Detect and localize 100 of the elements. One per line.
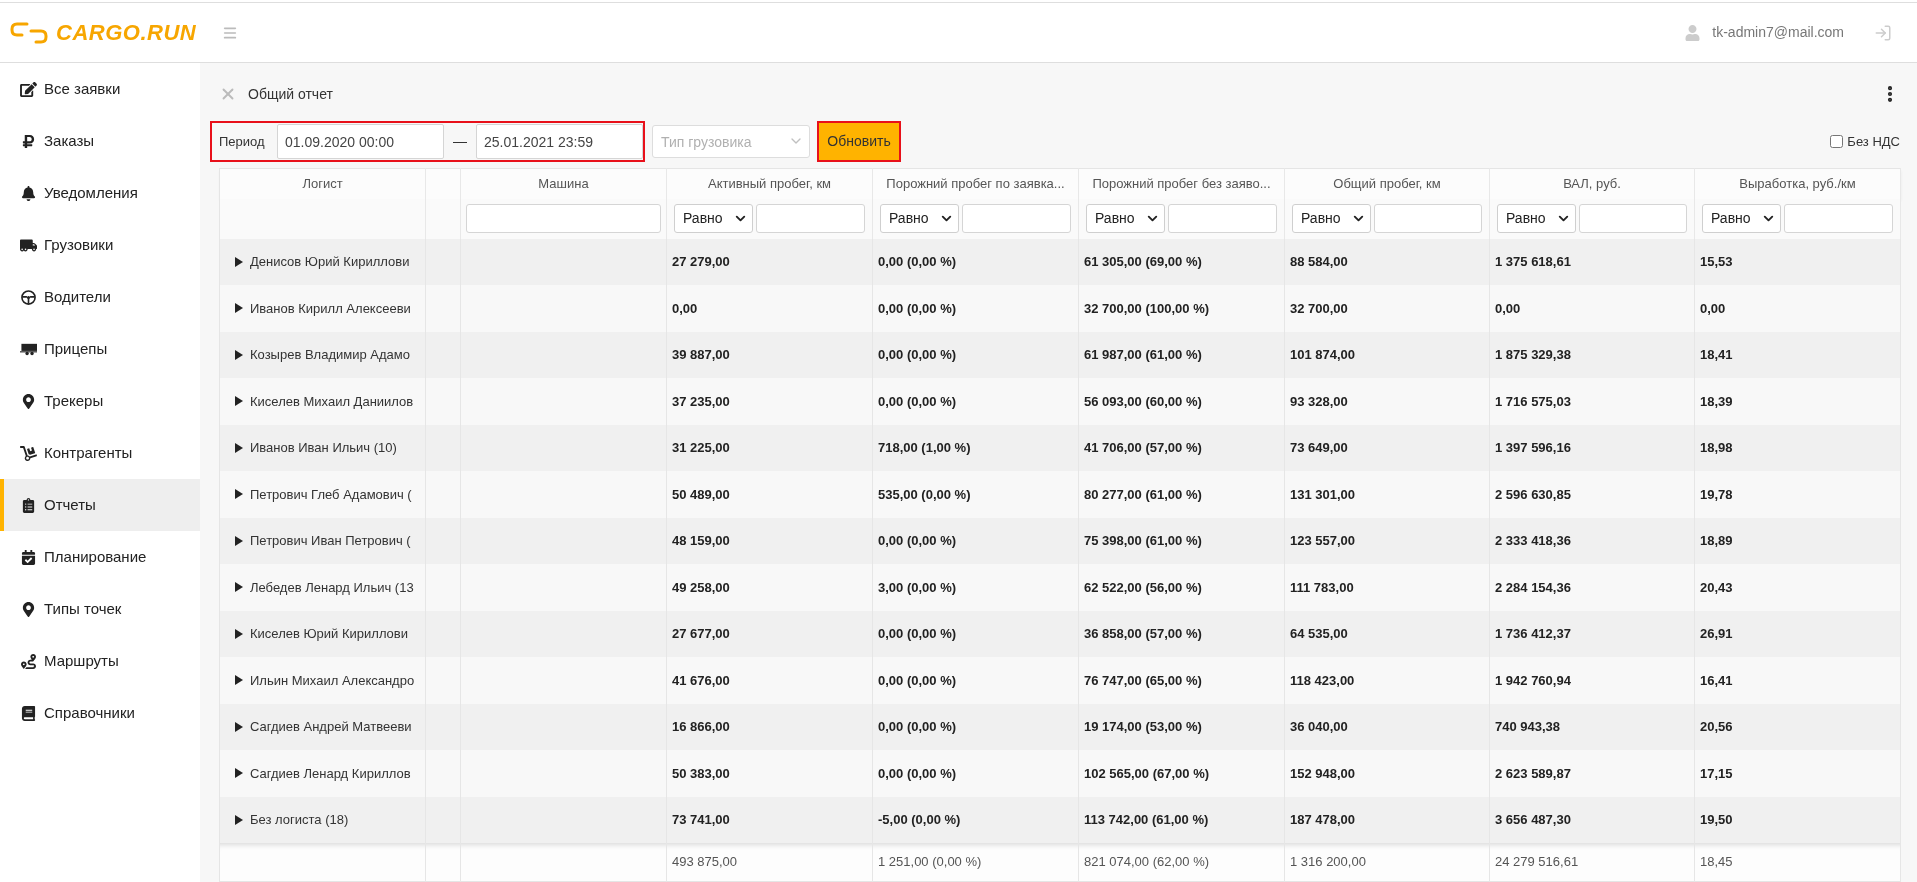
table-row[interactable]: Без логиста (18) 73 741,00 -5,00 (0,00 %) 113 742,00 (61,00 %) 187 478,00 3 656 487,30 19,50 [219,796,1901,843]
table-row[interactable]: Иванов Иван Ильич (10) 31 225,00 718,00 (1,00 %) 41 706,00 (57,00 %) 73 649,00 1 397 596,16 18,98 [219,424,1901,471]
table-cell: 17,15 [1694,750,1901,797]
expand-triangle-icon[interactable] [235,721,243,732]
refresh-button[interactable]: Обновить [817,121,901,162]
table-cell: 0,00 (0,00 %) [872,750,1079,797]
table-cell: 131 301,00 [1284,471,1490,518]
logist-name: Петрович Иван Петрович ( [250,532,411,550]
total-cell: 24 279 516,61 [1489,843,1695,881]
logist-name: Киселев Юрий Кириллови [250,625,408,643]
table-cell: 80 277,00 (61,00 %) [1078,471,1285,518]
date-to-input[interactable]: 25.01.2021 23:59 [476,124,643,159]
table-row[interactable]: Ильин Михаил Александро 41 676,00 0,00 (0,00 %) 76 747,00 (65,00 %) 118 423,00 1 942 760,94 16,41 [219,657,1901,704]
expand-triangle-icon[interactable] [235,256,243,267]
logist-name: Петрович Глеб Адамович ( [250,485,412,504]
expand-triangle-icon[interactable] [235,303,243,314]
table-row[interactable]: Киселев Михаил Даниилов 37 235,00 0,00 (0,00 %) 56 093,00 (60,00 %) 93 328,00 1 716 575,03 18,39 [219,378,1901,425]
total-cell: 493 875,00 [666,843,873,881]
table-cell: 1 942 760,94 [1489,657,1695,704]
table-row[interactable]: Лебедев Ленард Ильич (13 49 258,00 3,00 (0,00 %) 62 522,00 (56,00 %) 111 783,00 2 284 154,36 20,43 [219,564,1901,611]
table-row[interactable]: Козырев Владимир Адамо 39 887,00 0,00 (0,00 %) 61 987,00 (61,00 %) 101 874,00 1 875 329,38 18,41 [219,331,1901,378]
table-cell: 0,00 [1694,285,1901,332]
table-cell: 93 328,00 [1284,378,1490,425]
logist-name: Денисов Юрий Кириллови [250,253,410,271]
table-cell: 2 596 630,85 [1489,471,1695,518]
steering-wheel-icon [20,289,37,305]
expand-triangle-icon[interactable] [235,814,243,825]
column-header[interactable]: Порожний пробег по заявка... [872,168,1079,199]
table-cell: 111 783,00 [1284,564,1490,611]
table-row[interactable]: Петрович Иван Петрович ( 48 159,00 0,00 (0,00 %) 75 398,00 (61,00 %) 123 557,00 2 333 418,36 18,89 [219,517,1901,564]
user-icon [1685,24,1701,41]
table-cell: 3,00 (0,00 %) [872,564,1079,611]
map-pin-icon [20,393,37,409]
column-header[interactable]: Машина [460,168,667,199]
expand-triangle-icon[interactable] [235,582,243,593]
logist-name: Киселев Михаил Даниилов [250,392,414,411]
route-icon [20,653,37,669]
user-email[interactable]: tk-admin7@mail.com [1712,22,1844,43]
column-header[interactable]: Выработка, руб./км [1694,168,1901,199]
total-cell: 821 074,00 (62,00 %) [1078,843,1285,881]
expand-triangle-icon[interactable] [235,396,243,407]
table-cell: 50 489,00 [666,471,873,518]
filter-input[interactable] [962,204,1071,233]
filter-input[interactable] [1168,204,1277,233]
logist-name: Иванов Иван Ильич (10) [250,439,397,457]
expand-triangle-icon[interactable] [235,768,243,779]
expand-triangle-icon[interactable] [235,535,243,546]
operator-select[interactable]: Равно [1702,204,1781,233]
table-cell: 152 948,00 [1284,750,1490,797]
expand-triangle-icon[interactable] [235,489,243,500]
column-header[interactable]: Активный пробег, км [666,168,873,199]
expand-triangle-icon[interactable] [235,628,243,639]
table-cell: 535,00 (0,00 %) [872,471,1079,518]
expand-triangle-icon[interactable] [235,349,243,360]
table-row[interactable]: Денисов Юрий Кириллови 27 279,00 0,00 (0,00 %) 61 305,00 (69,00 %) 88 584,00 1 375 618,61 15,53 [219,238,1901,285]
table-row[interactable]: Сагдиев Ленард Кириллов 50 383,00 0,00 (0,00 %) 102 565,00 (67,00 %) 152 948,00 2 623 589,87 17,15 [219,750,1901,797]
table-cell: 49 258,00 [666,564,873,611]
operator-select[interactable]: Равно [1497,204,1576,233]
operator-select[interactable]: Равно [880,204,959,233]
expand-triangle-icon[interactable] [235,442,243,453]
logist-name: Сагдиев Ленард Кириллов [250,764,411,783]
table-cell: 0,00 (0,00 %) [872,378,1079,425]
table-cell: 62 522,00 (56,00 %) [1078,564,1285,611]
operator-select[interactable]: Равно [1292,204,1371,233]
filter-input[interactable] [1579,204,1687,233]
expand-triangle-icon[interactable] [235,675,243,686]
table-row[interactable]: Иванов Кирилл Алексееви 0,00 0,00 (0,00 %) 32 700,00 (100,00 %) 32 700,00 0,00 0,00 [219,285,1901,332]
filter-input[interactable] [1784,204,1893,233]
sidebar-item[interactable]: Отчеты [0,479,200,531]
total-cell: 1 316 200,00 [1284,843,1490,881]
operator-select[interactable]: Равно [1086,204,1165,233]
table-cell: 0,00 [1489,285,1695,332]
table-cell: 18,39 [1694,378,1901,425]
table-row[interactable]: Киселев Юрий Кириллови 27 677,00 0,00 (0,00 %) 36 858,00 (57,00 %) 64 535,00 1 736 412,37 26,91 [219,610,1901,657]
table-cell: 102 565,00 (67,00 %) [1078,750,1285,797]
truck-type-select[interactable]: Тип грузовика [652,125,810,158]
filter-input[interactable] [756,204,865,233]
column-header[interactable]: Порожний пробег без заяво... [1078,168,1285,199]
column-header[interactable]: Логист [219,168,426,199]
table-cell: 1 716 575,03 [1489,378,1695,425]
table-cell: 16,41 [1694,657,1901,704]
dolly-icon [20,445,37,461]
period-label: Период [218,132,266,151]
clipboard-icon [20,497,37,513]
report-title: Общий отчет [248,84,333,104]
table-cell: 2 284 154,36 [1489,564,1695,611]
filter-input[interactable] [1374,204,1482,233]
table-cell: 0,00 (0,00 %) [872,657,1079,704]
logist-name: Иванов Кирилл Алексееви [250,299,411,318]
column-header[interactable]: Общий пробег, км [1284,168,1490,199]
column-header[interactable]: ВАЛ, руб. [1489,168,1695,199]
logist-name: Сагдиев Андрей Матвееви [250,718,412,736]
operator-select[interactable]: Равно [674,204,753,233]
vat-checkbox[interactable] [1830,135,1844,148]
table-row[interactable]: Петрович Глеб Адамович ( 50 489,00 535,00 (0,00 %) 80 277,00 (61,00 %) 131 301,00 2 596 630,85 19,78 [219,471,1901,518]
date-from-input[interactable]: 01.09.2020 00:00 [277,124,444,159]
table-row[interactable]: Сагдиев Андрей Матвееви 16 866,00 0,00 (0,00 %) 19 174,00 (53,00 %) 36 040,00 740 943,38 20,56 [219,703,1901,750]
trailer-icon [20,341,37,357]
filter-input[interactable] [466,204,661,233]
table-cell: 0,00 [666,285,873,332]
